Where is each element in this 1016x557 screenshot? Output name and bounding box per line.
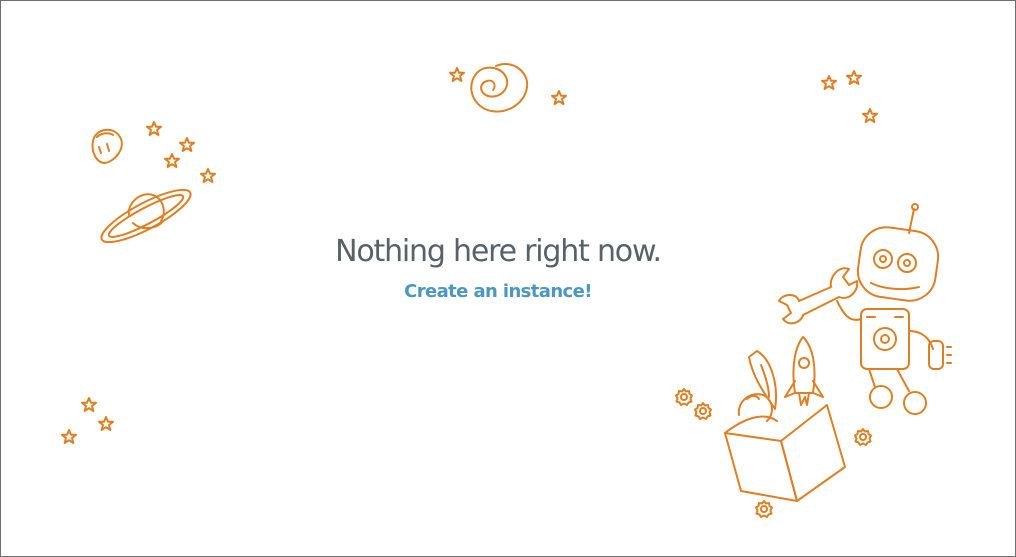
gear-icon [755,500,773,518]
star-icon [449,67,465,82]
star-icon [862,108,878,123]
star-icon [179,137,195,152]
star-icon [164,153,180,168]
rocket-icon [748,336,824,410]
star-icon [551,90,567,105]
star-icon [821,75,837,90]
moon-rock-icon [91,128,123,164]
star-icon [81,397,97,412]
star-icon [61,429,77,444]
star-icon [846,70,862,85]
gear-icon [675,388,693,406]
gear-icon [694,402,712,420]
gear-icon [854,428,872,446]
empty-state-panel: Nothing here right now. Create an instan… [0,0,1016,557]
create-instance-link[interactable]: Create an instance! [404,281,592,302]
star-icon [98,416,114,431]
open-box-icon [724,393,846,502]
empty-state-headline: Nothing here right now. [335,234,662,269]
empty-state-message: Nothing here right now. Create an instan… [1,231,995,302]
star-icon [146,121,162,136]
star-icon [200,168,216,183]
spiral-galaxy-icon [470,63,529,113]
